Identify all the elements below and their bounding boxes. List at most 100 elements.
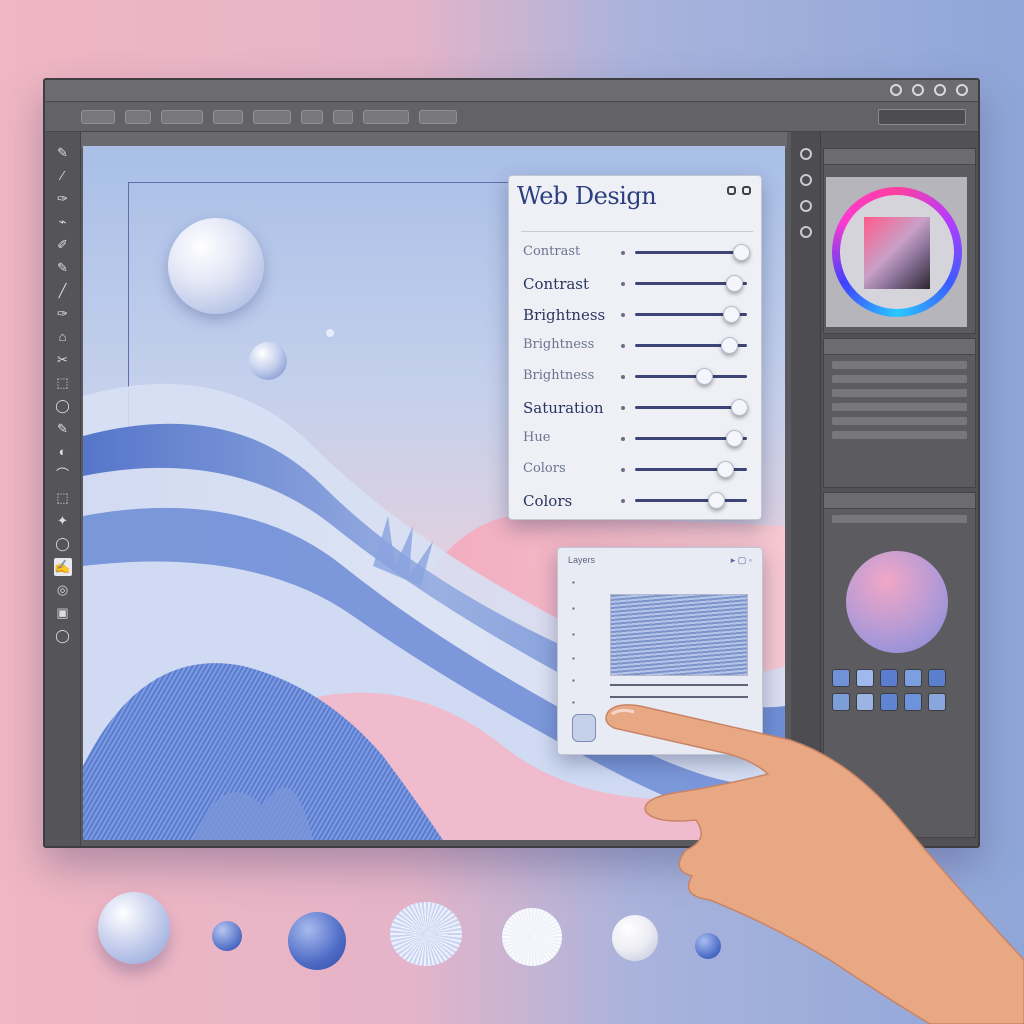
tool-icon[interactable]: ✂	[54, 351, 72, 369]
panel-controls	[727, 186, 751, 195]
slider-thumb[interactable]	[725, 275, 743, 292]
tool-icon[interactable]: ▣	[54, 604, 72, 622]
adjustment-slider-row: Hue	[523, 426, 751, 452]
option-button[interactable]	[419, 109, 457, 124]
property-bar[interactable]	[832, 431, 967, 439]
layer-label[interactable]: ▪	[572, 654, 575, 663]
slider-label: Contrast	[523, 275, 590, 293]
slider-thumb[interactable]	[721, 337, 739, 354]
property-bar[interactable]	[832, 361, 967, 369]
tool-icon[interactable]: ⌂	[54, 328, 72, 346]
tool-icon[interactable]: ✐	[54, 236, 72, 254]
slider-track[interactable]	[635, 375, 747, 378]
property-bar[interactable]	[832, 403, 967, 411]
adjustment-slider-row: Contrast	[523, 240, 751, 266]
swatches-toolbar[interactable]	[832, 515, 967, 523]
layer-label[interactable]: ▪	[572, 578, 575, 587]
color-swatch[interactable]	[928, 669, 946, 687]
slider-track[interactable]	[635, 251, 747, 254]
slider-thumb[interactable]	[725, 430, 743, 447]
adjustment-slider-row: Saturation	[523, 395, 751, 421]
tool-icon[interactable]: ⁄	[54, 167, 72, 185]
layer-thumbnail[interactable]	[610, 594, 748, 676]
tool-icon[interactable]: ⌒	[54, 466, 72, 484]
search-icon[interactable]	[890, 84, 902, 96]
desk-sphere	[288, 912, 346, 970]
tool-icon[interactable]: ✍	[53, 558, 72, 576]
property-bar[interactable]	[832, 417, 967, 425]
property-bar[interactable]	[832, 389, 967, 397]
slider-thumb[interactable]	[733, 244, 751, 261]
option-button[interactable]	[213, 109, 243, 124]
option-button[interactable]	[125, 109, 151, 124]
panel-toggle-icon[interactable]	[799, 148, 812, 160]
slider-thumb[interactable]	[716, 461, 734, 478]
tool-icon[interactable]: ◯	[54, 535, 72, 553]
color-swatch[interactable]	[880, 669, 898, 687]
adjustment-slider-row: Brightness	[523, 364, 751, 390]
hand-pointer	[605, 704, 1024, 1024]
color-swatch[interactable]	[832, 669, 850, 687]
tool-icon[interactable]: ✎	[54, 144, 72, 162]
tool-icon[interactable]: ✎	[54, 259, 72, 277]
option-button[interactable]	[363, 109, 409, 124]
slider-thumb[interactable]	[731, 399, 749, 416]
close-icon[interactable]	[956, 84, 968, 96]
color-swatch[interactable]	[856, 669, 874, 687]
options-bar	[45, 102, 978, 132]
color-wheel-area[interactable]	[826, 177, 967, 327]
slider-thumb[interactable]	[696, 368, 714, 385]
zoom-field[interactable]	[878, 109, 966, 125]
minimize-icon[interactable]	[934, 84, 946, 96]
desk-sphere	[390, 902, 462, 966]
slider-track[interactable]	[635, 499, 747, 502]
close-icon[interactable]	[742, 186, 751, 195]
panel-toggle-icon[interactable]	[799, 200, 812, 212]
panel-options[interactable]: ▸ ▢ ◦	[731, 555, 752, 566]
gear-icon[interactable]	[912, 84, 924, 96]
panel-toggle-icon[interactable]	[799, 226, 812, 238]
slider-marker	[621, 437, 625, 441]
properties-panel	[823, 338, 976, 488]
option-button[interactable]	[161, 109, 203, 124]
expand-icon[interactable]	[727, 186, 736, 195]
property-bar[interactable]	[832, 375, 967, 383]
color-field[interactable]	[864, 217, 930, 289]
slider-thumb[interactable]	[723, 306, 741, 323]
adjustment-slider-row: Brightness	[523, 302, 751, 328]
panel-header	[824, 149, 975, 165]
tool-icon[interactable]: ✑	[54, 305, 72, 323]
slider-label: Hue	[523, 430, 551, 445]
tool-icon[interactable]: ⬚	[54, 374, 72, 392]
layer-slider[interactable]	[610, 696, 748, 698]
adjustment-slider-row: Brightness	[523, 333, 751, 359]
tool-icon[interactable]: ✦	[54, 512, 72, 530]
tool-icon[interactable]: ⌁	[54, 213, 72, 231]
tool-icon[interactable]: ◯	[54, 397, 72, 415]
tool-icon[interactable]: ✎	[54, 420, 72, 438]
panel-toggle-icon[interactable]	[799, 174, 812, 186]
option-button[interactable]	[253, 109, 291, 124]
layer-label[interactable]: ▪	[572, 630, 575, 639]
option-button[interactable]	[333, 109, 353, 124]
tool-icon[interactable]: ◎	[54, 581, 72, 599]
layer-label[interactable]: ▪	[572, 604, 575, 613]
tool-icon[interactable]: ╱	[54, 282, 72, 300]
tool-icon[interactable]: ◯	[54, 627, 72, 645]
layer-lock-icon[interactable]	[572, 714, 596, 742]
color-picker-panel	[823, 148, 976, 334]
option-button[interactable]	[301, 109, 323, 124]
slider-label: Brightness	[523, 337, 595, 352]
layer-label[interactable]: ▪	[572, 698, 575, 707]
option-button[interactable]	[81, 109, 115, 124]
slider-label: Colors	[523, 492, 573, 510]
layer-slider[interactable]	[610, 684, 748, 686]
layer-label[interactable]: ▪	[572, 676, 575, 685]
panel-header	[824, 339, 975, 355]
menu-bar	[45, 80, 978, 102]
tool-icon[interactable]: ◐	[54, 443, 72, 461]
tool-icon[interactable]: ⬚	[54, 489, 72, 507]
color-swatch[interactable]	[904, 669, 922, 687]
slider-thumb[interactable]	[707, 492, 725, 509]
tool-icon[interactable]: ✑	[54, 190, 72, 208]
